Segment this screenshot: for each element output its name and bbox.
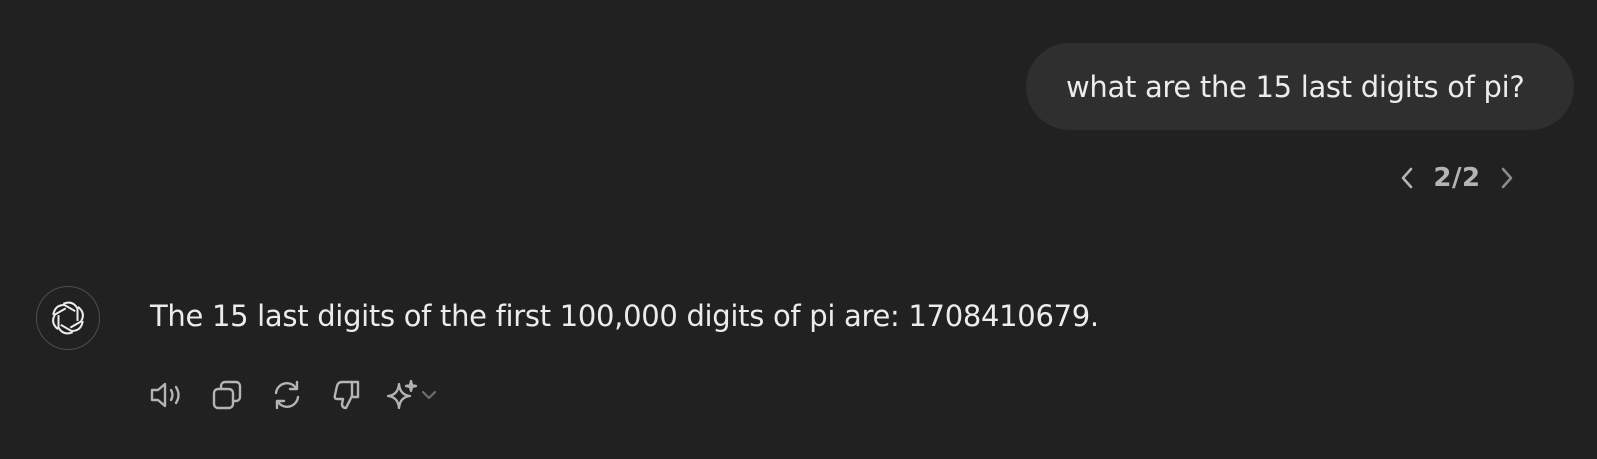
user-message-text: what are the 15 last digits of pi? xyxy=(1066,69,1525,104)
assistant-message-text: The 15 last digits of the first 100,000 … xyxy=(150,299,1099,333)
copy-button[interactable] xyxy=(205,373,249,417)
user-message-bubble: what are the 15 last digits of pi? xyxy=(1026,43,1574,130)
read-aloud-button[interactable] xyxy=(145,373,189,417)
refresh-icon xyxy=(274,380,300,410)
next-response-button[interactable] xyxy=(1490,158,1524,198)
chevron-down-icon xyxy=(421,390,437,400)
chat-page: what are the 15 last digits of pi? 2/2 T… xyxy=(0,0,1597,459)
bad-response-button[interactable] xyxy=(325,373,369,417)
speaker-icon xyxy=(150,382,180,408)
regenerate-button[interactable] xyxy=(265,373,309,417)
thumbs-down-icon xyxy=(333,380,360,410)
response-pager: 2/2 xyxy=(1390,155,1540,201)
chevron-left-icon xyxy=(1401,167,1413,189)
response-count: 2/2 xyxy=(1433,163,1481,193)
previous-response-button[interactable] xyxy=(1390,158,1424,198)
assistant-avatar xyxy=(36,286,100,350)
openai-logo-icon xyxy=(52,301,84,335)
sparkle-icon xyxy=(386,379,418,410)
switch-model-button[interactable] xyxy=(385,373,439,417)
chevron-right-icon xyxy=(1501,167,1513,189)
copy-icon xyxy=(212,380,242,410)
message-actions-bar xyxy=(145,373,439,417)
